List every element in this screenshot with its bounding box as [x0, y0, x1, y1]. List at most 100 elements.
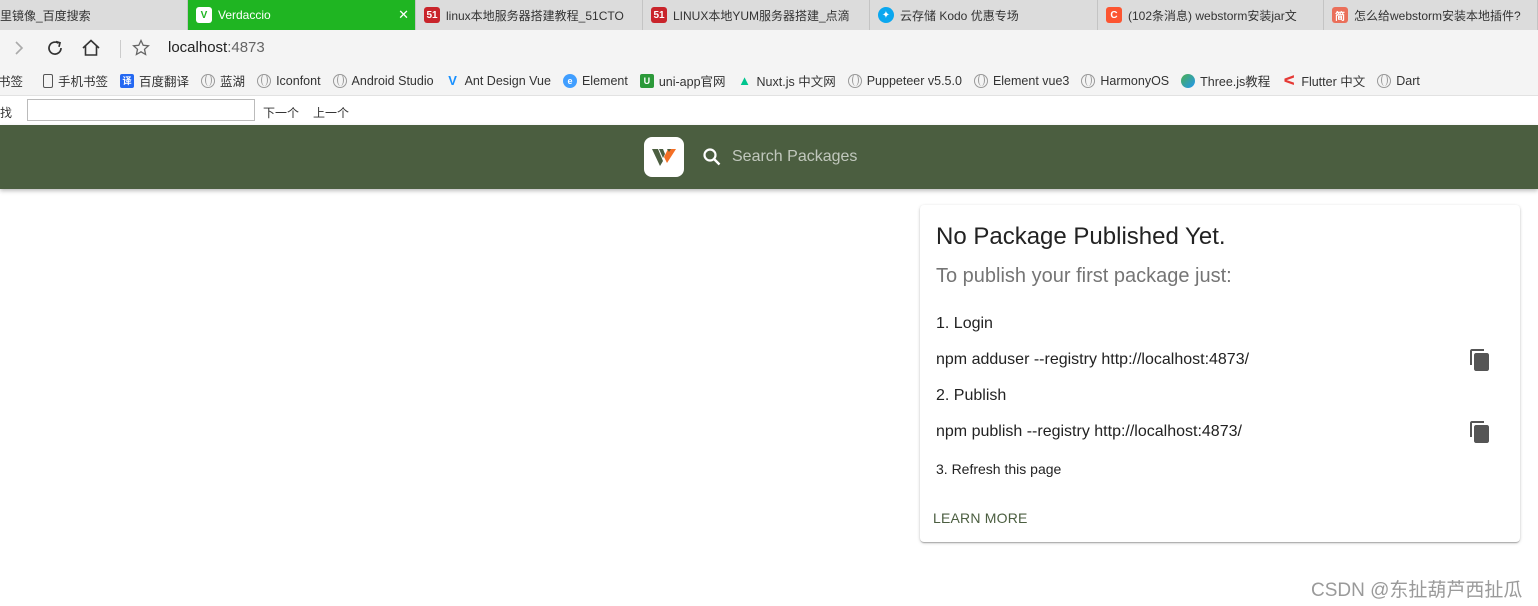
bookmark-label: Element vue3	[992, 73, 1070, 88]
globe-icon	[332, 73, 347, 88]
step-login-label: 1. Login	[936, 315, 993, 332]
bookmark-label: 书签	[0, 75, 24, 89]
antd-icon: V	[448, 73, 457, 88]
publish-command: npm publish --registry http://localhost:…	[936, 423, 1242, 440]
tab-51cto-linux[interactable]: 51 linux本地服务器搭建教程_51CTO	[416, 0, 643, 30]
globe-icon	[201, 73, 216, 88]
bookmark-folder[interactable]: 书签	[0, 71, 23, 90]
qiniu-icon: ✦	[878, 7, 894, 23]
flutter-icon: ᐸ	[1283, 72, 1296, 88]
tab-title: linux本地服务器搭建教程_51CTO	[446, 8, 624, 23]
find-input[interactable]	[27, 99, 255, 121]
bookmark-element[interactable]: e Element	[562, 73, 628, 88]
bookmark-threejs[interactable]: Three.js教程	[1181, 71, 1270, 90]
tab-verdaccio[interactable]: V Verdaccio ✕	[188, 0, 416, 30]
browser-tab-strip: 阿里镜像_百度搜索 V Verdaccio ✕ 51 linux本地服务器搭建教…	[0, 0, 1538, 30]
copy-adduser-icon[interactable]	[1468, 348, 1492, 372]
tab-jianshu-webstorm[interactable]: 简 怎么给webstorm安装本地插件?	[1324, 0, 1538, 30]
bookmark-label: Puppeteer v5.5.0	[866, 73, 962, 88]
globe-icon	[847, 73, 862, 88]
bookmark-mobile[interactable]: 手机书签	[43, 71, 108, 90]
search-icon	[702, 147, 722, 172]
bookmark-iconfont[interactable]: Iconfont	[257, 73, 321, 88]
verdaccio-header	[0, 125, 1538, 189]
bookmark-dart[interactable]: Dart	[1377, 73, 1420, 88]
step-publish-label: 2. Publish	[936, 387, 1007, 404]
home-icon[interactable]	[80, 37, 102, 59]
tab-qiniu-kodo[interactable]: ✦ 云存储 Kodo 优惠专场	[870, 0, 1098, 30]
find-bar: 查找 下一个 上一个	[0, 96, 1538, 125]
url-field[interactable]: localhost:4873	[168, 39, 265, 56]
bookmarks-bar: 书签 手机书签 译百度翻译 蓝湖 Iconfont Android Studio…	[0, 66, 1538, 96]
verdaccio-favicon: V	[196, 7, 212, 23]
element-icon: e	[562, 73, 577, 88]
tab-title: 阿里镜像_百度搜索	[0, 8, 91, 23]
bookmark-label: HarmonyOS	[1100, 73, 1170, 88]
url-port: :4873	[227, 39, 265, 56]
copy-publish-icon[interactable]	[1468, 420, 1492, 444]
close-tab-icon[interactable]: ✕	[398, 7, 409, 23]
bookmark-android-studio[interactable]: Android Studio	[332, 73, 434, 88]
51cto-icon: 51	[651, 7, 667, 23]
tab-csdn-webstorm[interactable]: C (102条消息) webstorm安装jar文	[1098, 0, 1324, 30]
nuxt-icon: ▲	[738, 73, 751, 88]
51cto-icon: 51	[424, 7, 440, 23]
adduser-command: npm adduser --registry http://localhost:…	[936, 351, 1250, 368]
forward-icon[interactable]	[8, 37, 30, 59]
learn-more-button[interactable]: LEARN MORE	[933, 510, 1028, 526]
bookmark-label: Three.js教程	[1200, 75, 1271, 89]
threejs-icon	[1181, 73, 1196, 88]
bookmark-label: Nuxt.js 中文网	[756, 75, 836, 89]
no-package-help-card: No Package Published Yet. To publish you…	[920, 205, 1520, 542]
step-refresh-label: 3. Refresh this page	[936, 461, 1062, 477]
bookmark-label: 蓝湖	[220, 75, 246, 89]
bookmark-baidu-translate[interactable]: 译百度翻译	[120, 71, 189, 90]
jianshu-icon: 简	[1332, 7, 1348, 23]
url-host: localhost	[168, 39, 228, 56]
csdn-watermark: CSDN @东扯葫芦西扯瓜	[1311, 580, 1523, 601]
bookmark-label: Android Studio	[351, 73, 434, 88]
tab-title: (102条消息) webstorm安装jar文	[1128, 8, 1297, 23]
bookmark-harmonyos[interactable]: HarmonyOS	[1081, 73, 1170, 88]
bookmark-label: uni-app官网	[658, 75, 726, 89]
verdaccio-logo-icon	[652, 149, 676, 166]
globe-icon	[1377, 73, 1392, 88]
bookmark-label: Element	[581, 73, 628, 88]
bookmark-uniapp[interactable]: Uuni-app官网	[639, 71, 726, 90]
package-search-input[interactable]	[732, 145, 1032, 169]
translate-icon: 译	[120, 73, 135, 88]
uniapp-icon: U	[639, 73, 654, 88]
tab-title: 云存储 Kodo 优惠专场	[900, 8, 1019, 23]
globe-icon	[1081, 73, 1096, 88]
globe-icon	[257, 73, 272, 88]
bookmark-puppeteer[interactable]: Puppeteer v5.5.0	[847, 73, 962, 88]
globe-icon	[973, 73, 988, 88]
card-title: No Package Published Yet.	[936, 223, 1226, 250]
find-next-button[interactable]: 下一个	[263, 104, 299, 121]
tab-title: LINUX本地YUM服务器搭建_点滴	[673, 8, 850, 23]
csdn-icon: C	[1106, 7, 1122, 23]
verdaccio-logo[interactable]	[644, 137, 684, 177]
bookmark-nuxtjs[interactable]: ▲ Nuxt.js 中文网	[738, 71, 836, 90]
bookmark-label: 百度翻译	[139, 75, 190, 89]
bookmark-ant-design-vue[interactable]: V Ant Design Vue	[446, 73, 551, 88]
bookmark-lanhu[interactable]: 蓝湖	[201, 71, 245, 90]
bookmark-label: 手机书签	[58, 75, 109, 89]
tab-baidu-search[interactable]: 阿里镜像_百度搜索	[0, 0, 188, 30]
card-subtitle: To publish your first package just:	[936, 265, 1232, 287]
bookmark-element-vue3[interactable]: Element vue3	[973, 73, 1070, 88]
bookmark-label: Flutter 中文	[1301, 75, 1366, 89]
bookmark-label: Ant Design Vue	[464, 73, 551, 88]
bookmark-flutter[interactable]: ᐸ Flutter 中文	[1282, 71, 1366, 90]
phone-icon	[43, 73, 54, 88]
reload-icon[interactable]	[44, 37, 66, 59]
tab-51cto-yum[interactable]: 51 LINUX本地YUM服务器搭建_点滴	[643, 0, 870, 30]
tab-title: Verdaccio	[218, 8, 271, 22]
bookmark-star-icon[interactable]	[130, 37, 152, 59]
bookmark-label: Iconfont	[276, 73, 321, 88]
toolbar-separator	[120, 40, 121, 58]
find-previous-button[interactable]: 上一个	[313, 104, 349, 121]
address-bar: localhost:4873	[0, 30, 1538, 66]
tab-title: 怎么给webstorm安装本地插件?	[1354, 8, 1521, 23]
find-label: 查找	[0, 106, 13, 120]
